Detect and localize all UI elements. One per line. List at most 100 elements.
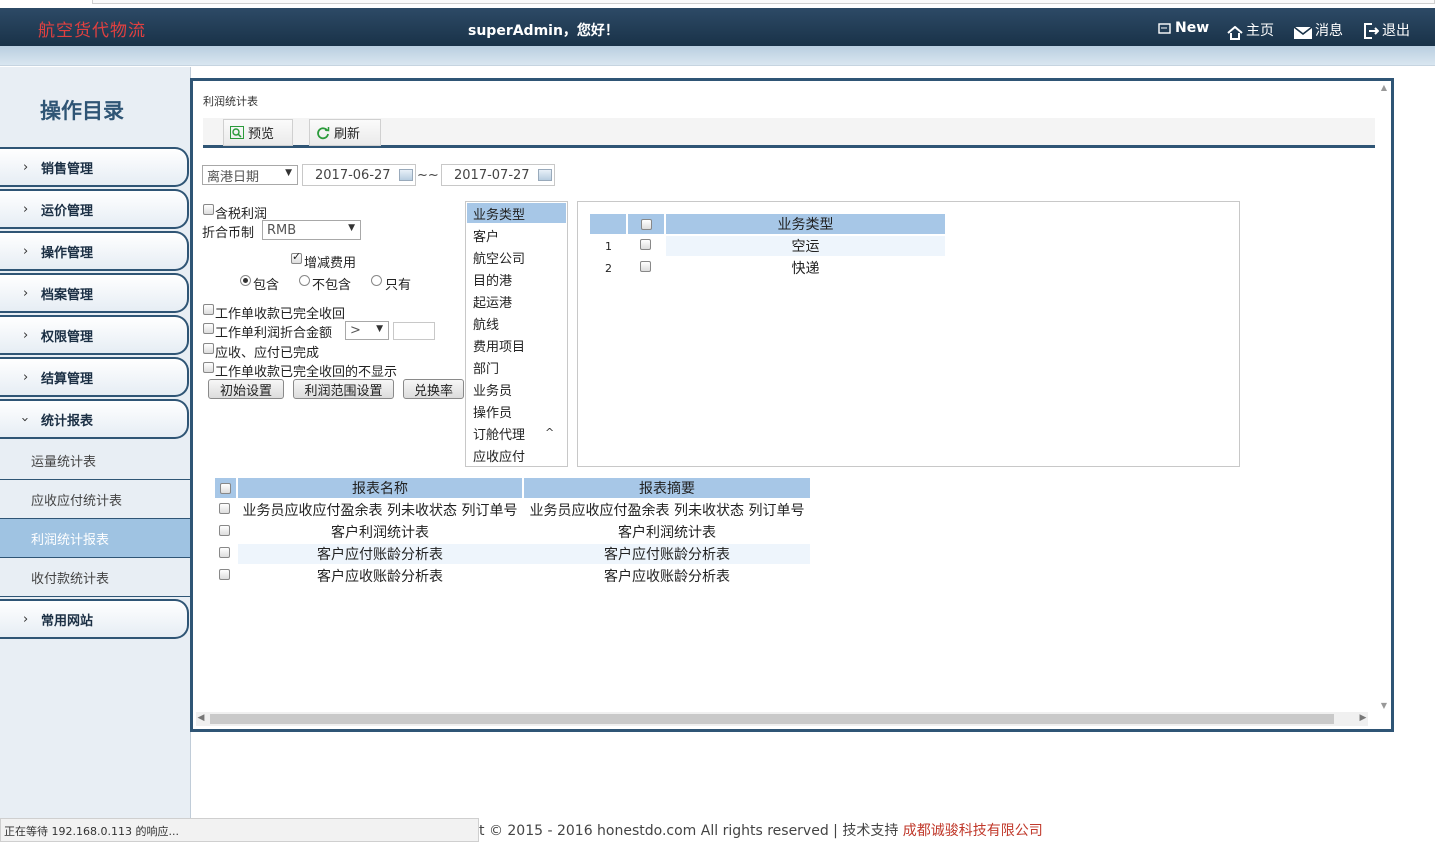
only-radio[interactable] [371,275,382,286]
browser-status-bar: 正在等待 192.168.0.113 的响应... [0,818,479,842]
menu-archive[interactable]: › 档案管理 [0,273,189,313]
message-link-label: 消息 [1315,23,1343,39]
menu-label: 销售管理 [41,161,94,177]
date-to-input[interactable]: 2017-07-27 [441,164,555,186]
date-from-input[interactable]: 2017-06-27 [302,164,416,186]
horizontal-scrollbar[interactable]: ◀ ▶ [196,712,1368,726]
dimension-item[interactable]: 业务员 [467,379,566,399]
home-link[interactable]: 主页 [1227,20,1274,40]
dimension-item[interactable]: 客户 [467,225,566,245]
init-settings-button[interactable]: 初始设置 [208,379,284,399]
row-type: 空运 [791,239,820,255]
menu-sales[interactable]: › 销售管理 [0,147,189,187]
vertical-scrollbar[interactable]: ▲ ▼ [1379,83,1389,711]
report-row-name[interactable]: 业务员应收应付盈余表 列未收状态 列订单号 [238,500,522,520]
refresh-label: 刷新 [334,127,361,142]
ar-ap-done-checkbox[interactable] [203,343,214,354]
refresh-button[interactable]: 刷新 [309,119,381,146]
calendar-icon[interactable] [538,169,552,181]
dropdown-arrow-icon: ▼ [348,223,355,233]
adjust-fee-checkbox[interactable] [291,250,302,264]
table-header-type: 业务类型 [666,214,945,234]
dimension-item[interactable]: 起运港 [467,291,566,311]
browser-top-strip [0,0,1435,8]
new-window-icon [1158,23,1171,34]
submenu-payment[interactable]: 收付款统计表 [0,558,190,597]
new-link[interactable]: New [1158,20,1209,36]
dimension-item[interactable]: 目的港 [467,269,566,289]
report-row-checkbox[interactable] [219,569,230,580]
calendar-icon[interactable] [399,169,413,181]
dimension-item[interactable]: 航空公司 [467,247,566,267]
menu-permission[interactable]: › 权限管理 [0,315,189,355]
scroll-left-icon[interactable]: ◀ [196,713,206,723]
currency-select[interactable]: RMB ▼ [262,220,361,240]
profit-range-button[interactable]: 利润范围设置 [293,379,394,399]
row-checkbox[interactable] [640,239,651,250]
profit-amount-input[interactable] [393,322,435,340]
menu-statistics[interactable]: › 统计报表 [0,399,189,439]
profit-amount-checkbox[interactable] [203,323,214,334]
submenu-profit[interactable]: 利润统计报表 [0,519,190,558]
sidebar-title: 操作目录 [40,99,124,123]
logout-link[interactable]: 退出 [1363,20,1410,40]
chevron-up-icon[interactable]: ^ [545,426,554,439]
include-radio[interactable] [240,275,251,286]
report-row-checkbox[interactable] [219,547,230,558]
select-all-checkbox[interactable] [640,218,652,230]
dimension-item[interactable]: 应收应付 [467,445,566,465]
logout-link-label: 退出 [1382,23,1410,39]
scroll-thumb[interactable] [210,714,1334,724]
menu-freight-rate[interactable]: › 运价管理 [0,189,189,229]
date-type-select[interactable]: 离港日期 ▼ [202,165,298,185]
home-icon [1227,26,1243,40]
submenu-volume[interactable]: 运量统计表 [0,441,190,480]
user-greeting: superAdmin，您好！ [468,23,619,39]
report-row-name[interactable]: 客户应收账龄分析表 [238,566,522,586]
fully-collected-checkbox[interactable] [203,304,214,315]
dimension-item[interactable]: 航线 [467,313,566,333]
operator-select[interactable]: > ▼ [345,321,389,340]
mail-icon [1294,26,1312,39]
breadcrumb: 利润统计表 [203,95,258,108]
exchange-rate-button[interactable]: 兑换率 [403,379,464,399]
report-header-name: 报表名称 [238,478,522,498]
hide-collected-label: 工作单收款已完全收回的不显示 [215,365,398,380]
scroll-up-icon[interactable]: ▲ [1379,83,1389,93]
scroll-right-icon[interactable]: ▶ [1358,713,1368,723]
report-row-checkbox[interactable] [219,525,230,536]
menu-operation[interactable]: › 操作管理 [0,231,189,271]
profit-amount-label: 工作单利润折合金额 [215,326,333,341]
preview-button[interactable]: 预览 [223,119,293,146]
report-row-name[interactable]: 客户利润统计表 [238,522,522,542]
submenu-ar-ap[interactable]: 应收应付统计表 [0,480,190,519]
exclude-radio[interactable] [299,275,310,286]
sidebar: 操作目录 › 销售管理 › 运价管理 › 操作管理 › 档案管理 › 权限管理 › 结算管理… [0,67,191,842]
message-link[interactable]: 消息 [1294,20,1343,40]
footer-copyright: t © 2015 - 2016 honestdo.com All rights … [479,823,903,839]
menu-settlement[interactable]: › 结算管理 [0,357,189,397]
preview-label: 预览 [248,127,275,142]
dimension-list: 业务类型 客户 航空公司 目的港 起运港 航线 费用项目 部门 业务员 操作员 … [465,201,568,467]
row-checkbox[interactable] [640,261,651,272]
dimension-item[interactable]: 部门 [467,357,566,377]
footer-company-link[interactable]: 成都诚骏科技有限公司 [903,823,1043,839]
scroll-down-icon[interactable]: ▼ [1379,701,1389,711]
dropdown-arrow-icon: ▼ [285,168,292,178]
chevron-down-icon: › [17,416,33,422]
report-row-checkbox[interactable] [219,503,230,514]
report-row-name[interactable]: 客户应付账龄分析表 [238,544,522,564]
select-all-checkbox[interactable] [220,482,231,494]
tax-profit-checkbox[interactable] [203,204,214,215]
report-row-summary: 客户应付账龄分析表 [604,547,730,563]
report-header-select [215,478,236,498]
dimension-item[interactable]: 操作员 [467,401,566,421]
toolbar: 预览 刷新 [203,118,1375,148]
menu-label: 档案管理 [41,287,94,303]
dimension-item[interactable]: 业务类型 [467,203,566,223]
dimension-item[interactable]: 费用项目 [467,335,566,355]
home-link-label: 主页 [1246,23,1274,39]
menu-common-sites[interactable]: › 常用网站 [0,599,189,639]
hide-collected-checkbox[interactable] [203,362,214,373]
row-number: 1 [605,240,612,253]
